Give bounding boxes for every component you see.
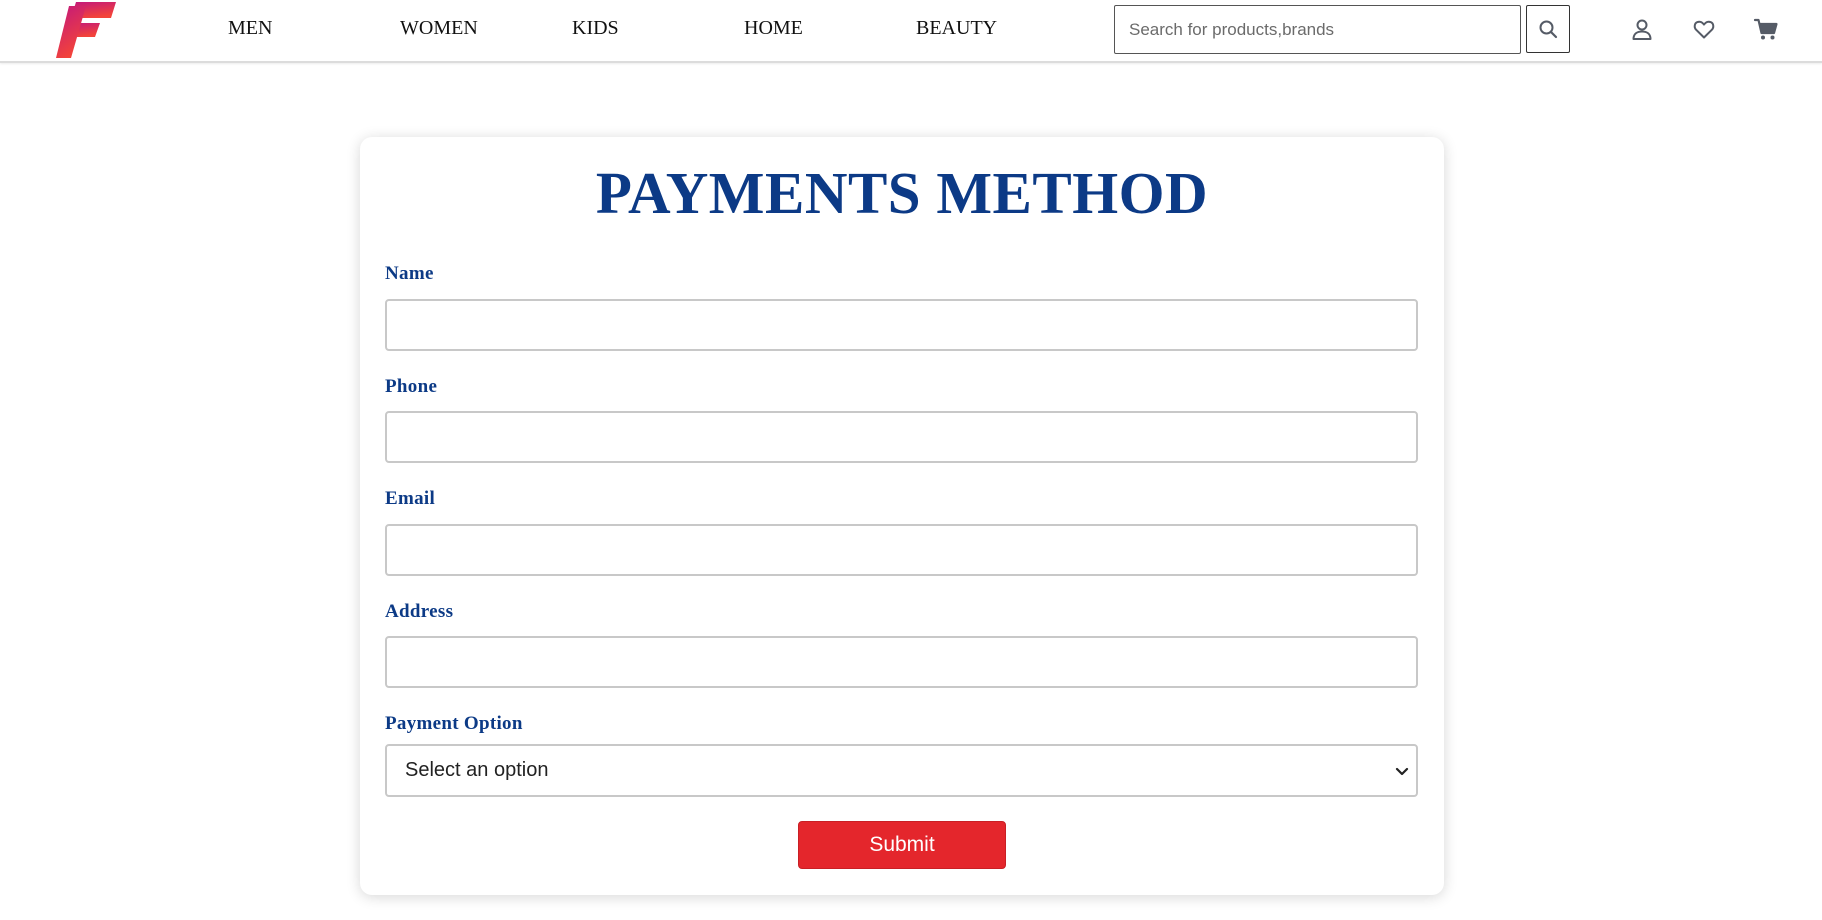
submit-button[interactable]: Submit — [798, 821, 1006, 869]
nav-women[interactable]: WOMEN — [400, 17, 478, 40]
page-title: PAYMENTS METHOD — [595, 160, 1209, 226]
phone-field[interactable] — [385, 411, 1418, 463]
site-header: MEN WOMEN KIDS HOME BEAUTY — [0, 0, 1822, 63]
email-label: Email — [385, 488, 436, 509]
address-field[interactable] — [385, 636, 1418, 688]
payment-form-card: PAYMENTS METHOD Name Phone Email Address… — [360, 137, 1444, 895]
search-input[interactable] — [1114, 5, 1521, 54]
payment-option-label: Payment Option — [385, 713, 523, 734]
nav-home[interactable]: HOME — [744, 17, 803, 40]
search-icon — [1538, 19, 1558, 39]
heart-icon[interactable] — [1689, 14, 1719, 44]
search-button[interactable] — [1526, 5, 1570, 53]
name-label: Name — [385, 263, 434, 284]
payment-option-selected: Select an option — [405, 759, 549, 781]
cart-icon[interactable] — [1751, 14, 1781, 44]
nav-beauty[interactable]: BEAUTY — [916, 17, 997, 40]
brand-logo[interactable] — [54, 0, 120, 60]
name-field[interactable] — [385, 299, 1418, 351]
payment-option-select[interactable]: Select an option — [385, 744, 1418, 797]
nav-kids[interactable]: KIDS — [572, 17, 619, 40]
user-icon[interactable] — [1627, 14, 1657, 44]
phone-label: Phone — [385, 376, 438, 397]
chevron-down-icon — [1394, 763, 1410, 779]
nav-men[interactable]: MEN — [228, 17, 272, 40]
address-label: Address — [385, 601, 454, 622]
email-field[interactable] — [385, 524, 1418, 576]
